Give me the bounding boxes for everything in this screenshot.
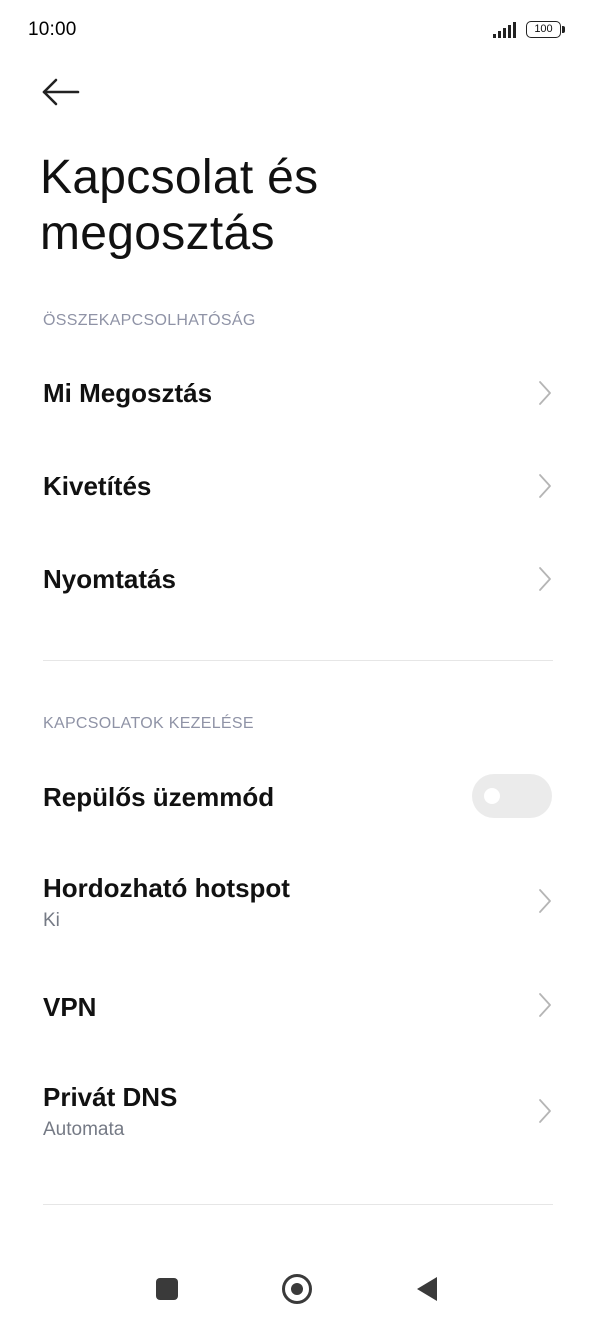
settings-item-label: Kivetítés — [43, 471, 152, 501]
settings-item-label: Repülős üzemmód — [43, 782, 275, 812]
home-dot — [291, 1283, 303, 1295]
chevron-right-icon — [539, 889, 551, 913]
screen: 10:00 100 Kapcsolat és megosztás ÖSSZEKA… — [0, 0, 596, 1326]
settings-item-subtitle: Automata — [43, 1119, 125, 1140]
section-divider — [43, 1204, 553, 1205]
chevron-right-icon — [539, 1099, 551, 1123]
settings-item-printing[interactable]: Nyomtatás — [0, 538, 596, 624]
home-circle-icon[interactable] — [282, 1274, 312, 1304]
settings-item-label: Mi Megosztás — [43, 378, 213, 408]
battery-tip — [562, 26, 565, 33]
arrow-left-icon — [42, 78, 80, 106]
settings-item-portable-hotspot[interactable]: Hordozható hotspot Ki — [0, 858, 596, 948]
settings-item-mi-share[interactable]: Mi Megosztás — [0, 352, 596, 438]
chevron-right-icon — [539, 474, 551, 498]
section-header-connection-management: KAPCSOLATOK KEZELÉSE — [43, 715, 254, 732]
section-divider — [43, 660, 553, 661]
recents-square-icon[interactable] — [156, 1278, 178, 1300]
settings-item-airplane-mode[interactable]: Repülős üzemmód — [0, 756, 596, 838]
toggle-knob — [484, 788, 500, 804]
settings-item-label: Nyomtatás — [43, 564, 176, 594]
section-header-connectivity: ÖSSZEKAPCSOLHATÓSÁG — [43, 312, 256, 329]
settings-item-label: Privát DNS — [43, 1082, 178, 1112]
page-title: Kapcsolat és megosztás — [40, 151, 319, 260]
status-time: 10:00 — [28, 19, 77, 40]
back-button[interactable] — [38, 72, 84, 112]
settings-item-private-dns[interactable]: Privát DNS Automata — [0, 1067, 596, 1159]
battery-icon: 100 — [526, 21, 566, 39]
status-bar: 10:00 100 — [0, 0, 596, 60]
chevron-right-icon — [539, 381, 551, 405]
settings-item-vpn[interactable]: VPN — [0, 964, 596, 1048]
navigation-bar — [0, 1250, 596, 1326]
settings-item-label: Hordozható hotspot — [43, 873, 290, 903]
battery-level: 100 — [526, 21, 561, 38]
chevron-right-icon — [539, 567, 551, 591]
settings-item-cast[interactable]: Kivetítés — [0, 445, 596, 531]
settings-item-label: VPN — [43, 992, 97, 1022]
airplane-mode-toggle[interactable] — [472, 774, 552, 818]
back-triangle-icon[interactable] — [416, 1276, 438, 1302]
chevron-right-icon — [539, 993, 551, 1017]
settings-item-subtitle: Ki — [43, 910, 60, 931]
signal-icon — [493, 22, 516, 38]
